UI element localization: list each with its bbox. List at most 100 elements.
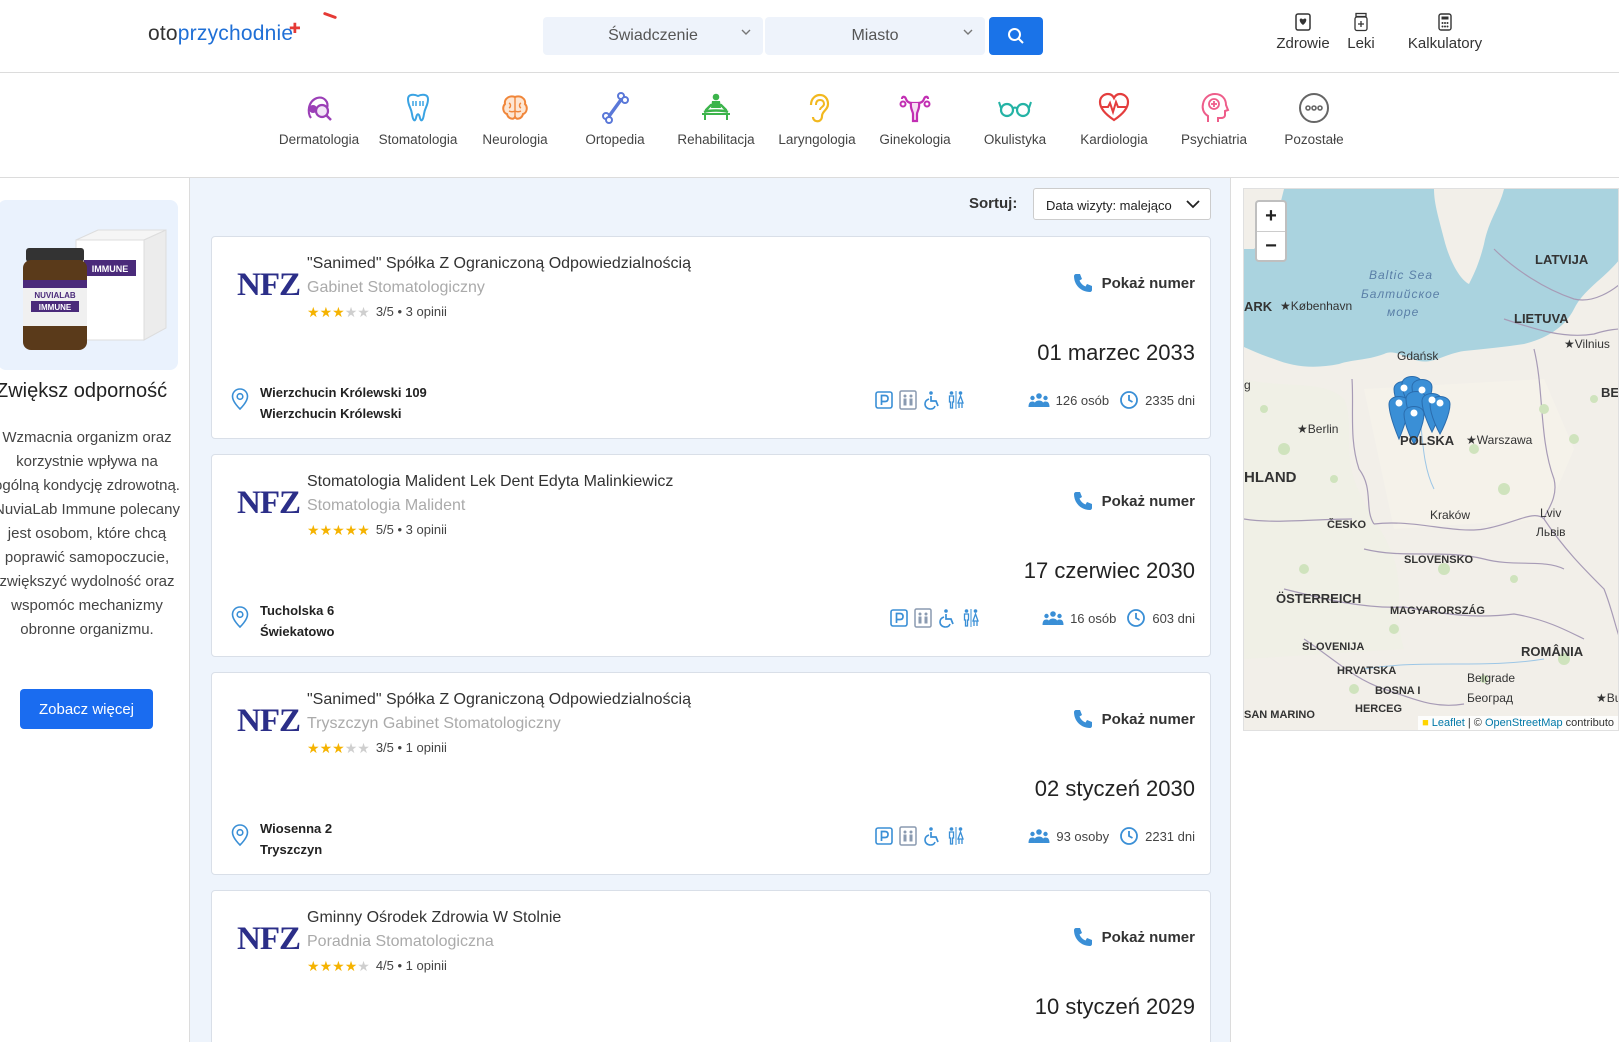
category-kardiologia[interactable]: Kardiologia [1064,91,1164,147]
osm-link[interactable]: OpenStreetMap [1485,717,1563,729]
rating-stars: ★ ★ ★ ★ ★ [307,305,370,319]
more-icon [1299,93,1329,123]
category-okulistyka[interactable]: Okulistyka [965,91,1065,147]
category-rehabilitacja[interactable]: Rehabilitacja [666,91,766,147]
restroom-icon [948,391,964,409]
show-number-button[interactable]: Pokaż numer [1072,708,1195,730]
people-icon [1028,393,1050,407]
zoom-out-button[interactable]: − [1257,231,1285,260]
service-select-placeholder: Świadczenie [608,27,698,44]
category-label: Dermatologia [278,132,360,147]
category-label: Rehabilitacja [677,132,755,147]
category-stomatologia[interactable]: Stomatologia [368,91,468,147]
map-label: BOSNA I [1375,685,1421,697]
clock-icon [1120,391,1139,409]
address-city: Wierzchucin Królewski [260,406,402,421]
logo-text-oto: oto [148,22,178,45]
wait-days: 603 dni [1152,610,1195,626]
listing-card[interactable]: NFZ "Sanimed" Spółka Z Ograniczoną Odpowi… [211,672,1211,875]
category-label: Neurologia [482,132,548,147]
map-label: Kraków [1430,508,1471,522]
svg-text:NUVIALAB: NUVIALAB [34,291,76,300]
star-icon: ★ [307,303,320,320]
category-pozostale[interactable]: Pozostałe [1264,91,1364,147]
listing-name[interactable]: Gminny Ośrodek Zdrowia W Stolnie [307,909,561,927]
listing-name[interactable]: "Sanimed" Spółka Z Ograniczoną Odpowiedz… [307,255,691,273]
elevator-icon [914,608,932,628]
listing-name[interactable]: Stomatologia Malident Lek Dent Edyta Mal… [307,473,673,491]
category-ginekologia[interactable]: Ginekologia [865,91,965,147]
people-count: 16 osób [1070,610,1117,626]
search-button[interactable] [989,17,1043,55]
ad-product-image[interactable]: IMMUNE NUVIALAB IMMUNE [0,200,178,370]
listing-card[interactable]: NFZ "Sanimed" Spółka Z Ograniczoną Odpowi… [211,236,1211,439]
map-label: POLSKA [1400,433,1455,448]
brain-icon [502,95,528,120]
show-number-button[interactable]: Pokaż numer [1072,926,1195,948]
city-select[interactable]: Miasto [765,17,985,55]
map-label: LATVIJA [1535,252,1589,267]
map[interactable]: + − LATVIJA Baltic Sea Балтийское море A… [1243,188,1619,731]
address-street: Wierzchucin Królewski 109 [260,385,427,400]
star-icon: ★ [344,521,358,538]
elevator-icon [899,390,917,410]
listing-name[interactable]: "Sanimed" Spółka Z Ograniczoną Odpowiedz… [307,691,691,709]
map-label: ČESKO [1327,519,1367,531]
city-select-placeholder: Miasto [851,27,899,44]
category-label: Okulistyka [983,132,1047,147]
show-number-button[interactable]: Pokaż numer [1072,490,1195,512]
nav-kalkulatory[interactable]: Kalkulatory [1400,12,1490,52]
star-icon: ★ [319,739,333,756]
nav-zdrowie-label: Zdrowie [1276,35,1330,52]
chevron-down-icon [741,29,751,35]
clock-icon [1120,827,1139,845]
category-neurologia[interactable]: Neurologia [465,91,565,147]
star-icon: ★ [344,957,358,974]
logo-dash-icon [322,11,338,20]
address-city: Tryszczyn [260,842,323,857]
leaflet-link[interactable]: Leaflet [1432,717,1465,729]
svg-text:IMMUNE: IMMUNE [39,303,72,312]
star-icon: ★ [357,521,370,538]
zoom-in-button[interactable]: + [1257,202,1285,231]
pill-bottle-icon [1354,12,1368,32]
map-label: g [1244,378,1251,392]
chevron-down-icon [963,29,973,35]
show-number-label: Pokaż numer [1101,492,1195,510]
amenities [875,390,965,410]
map-label: ★Warszawa [1466,433,1533,447]
category-ortopedia[interactable]: Ortopedia [565,91,665,147]
category-dermatologia[interactable]: Dermatologia [269,91,369,147]
nav-zdrowie[interactable]: Zdrowie [1268,12,1338,52]
nav-leki[interactable]: Leki [1336,12,1386,52]
map-label: SLOVENIJA [1302,641,1365,653]
map-label: LIETUVA [1514,311,1569,326]
map-label: SAN MARINO [1244,709,1315,721]
category-label: Ortopedia [585,132,645,147]
listing-card[interactable]: NFZ Gminny Ośrodek Zdrowia W Stolnie Porad… [211,890,1211,1042]
header: otoprzychodnie ✚ Świadczenie Miasto Zdro… [0,0,1619,73]
category-laryngologia[interactable]: Laryngologia [767,91,867,147]
show-number-button[interactable]: Pokaż numer [1072,272,1195,294]
address-city: Świekatowo [260,624,335,639]
star-icon: ★ [344,303,358,320]
site-logo[interactable]: otoprzychodnie [148,22,293,46]
listing-stats: 93 osoby 2231 dni [1028,826,1195,846]
map-label: ★Berlin [1297,422,1339,436]
phone-icon [1073,710,1092,728]
map-label: Belgrade [1467,671,1516,685]
sort-select[interactable]: Data wizyty: malejąco [1033,188,1211,220]
sort-select-value: Data wizyty: malejąco [1046,198,1172,213]
bone-icon [602,92,629,124]
ad-see-more-button[interactable]: Zobacz więcej [20,689,153,729]
massage-icon [702,93,730,120]
listing-stats: 16 osób 603 dni [1042,608,1195,628]
star-icon: ★ [332,957,345,974]
map-label: Baltic Sea [1369,268,1434,282]
listing-card[interactable]: NFZ Stomatologia Malident Lek Dent Edyta … [211,454,1211,657]
tooth-icon [406,93,430,122]
star-icon: ★ [332,303,345,320]
category-psychiatria[interactable]: Psychiatria [1164,91,1264,147]
service-select[interactable]: Świadczenie [543,17,763,55]
map-zoom-control: + − [1255,200,1287,262]
